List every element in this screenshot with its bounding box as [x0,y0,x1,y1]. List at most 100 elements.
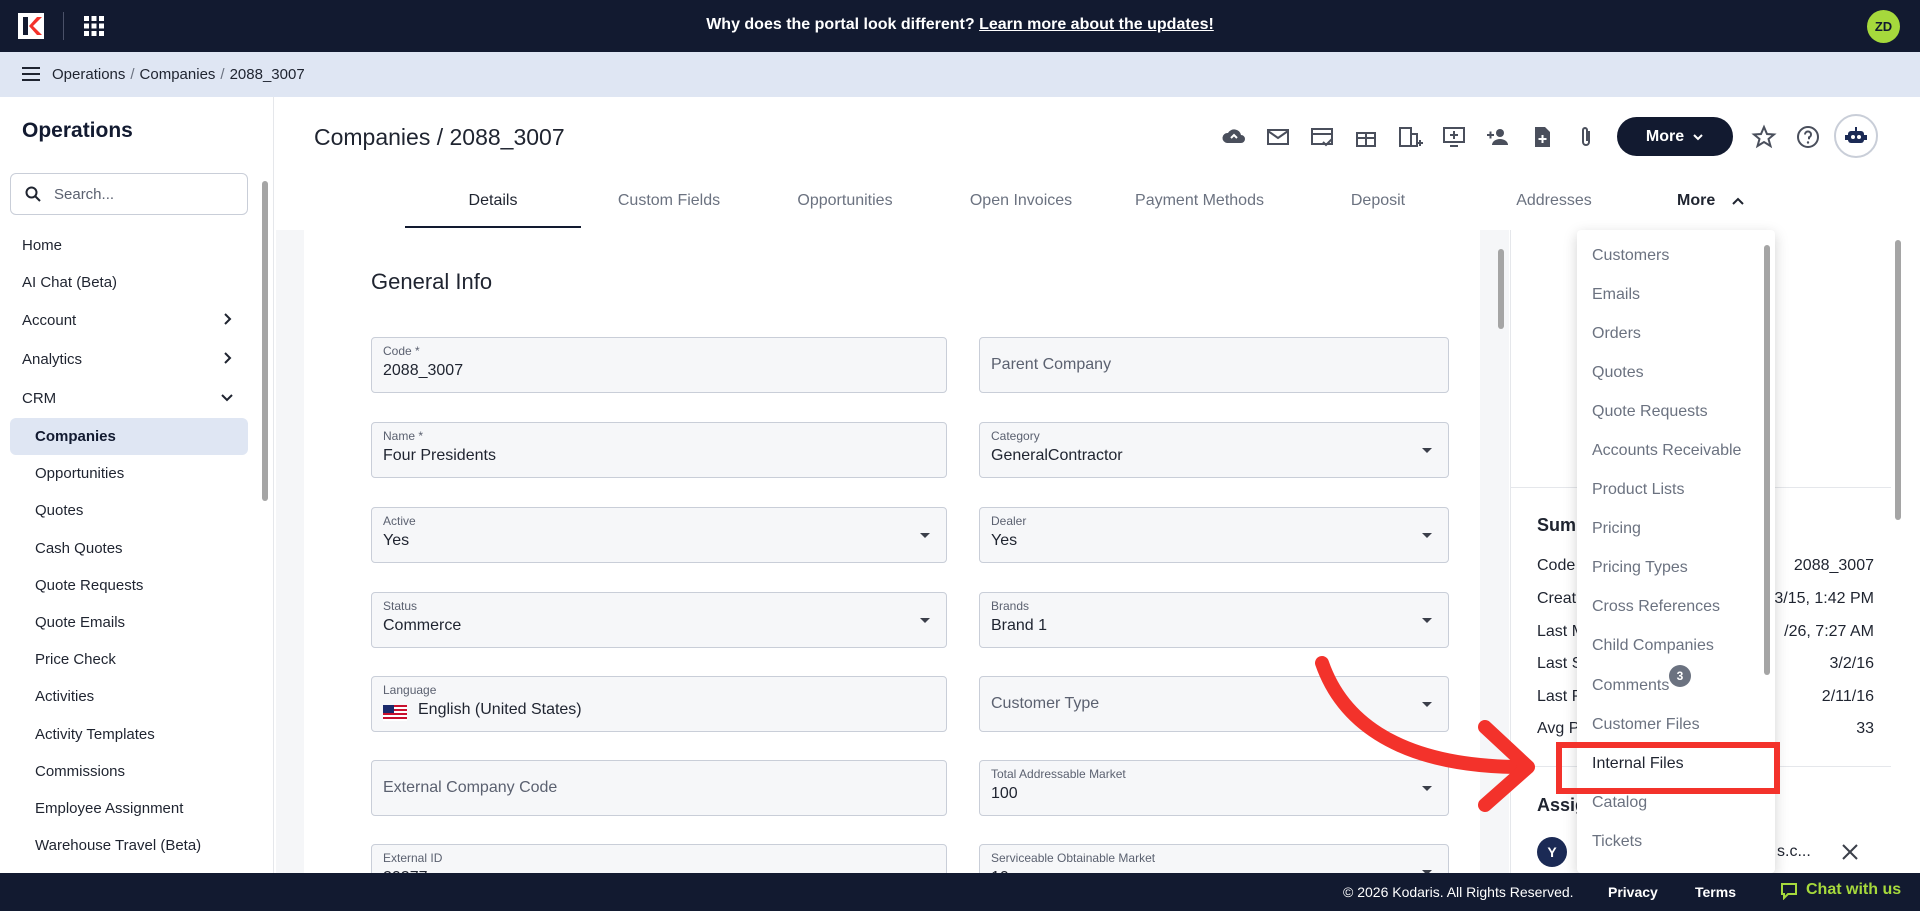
summary-scrollbar[interactable] [1893,236,1903,826]
tab-addresses[interactable]: Addresses [1466,180,1642,228]
more-actions-button[interactable]: More [1617,117,1733,156]
dropdown-scrollbar[interactable] [1762,245,1772,685]
language-select[interactable]: Language English (United States) [371,676,947,732]
menu-item-customer-files[interactable]: Customer Files [1592,716,1700,734]
cloud-upload-icon[interactable] [1221,124,1247,150]
menu-item-tickets[interactable]: Tickets [1592,833,1642,851]
tab-deposit[interactable]: Deposit [1290,180,1466,228]
card-check-icon[interactable] [1309,124,1335,150]
status-select[interactable]: Status Commerce [371,592,947,648]
sidebar-title: Operations [22,119,133,142]
menu-item-catalog[interactable]: Catalog [1592,794,1647,812]
menu-item-comments[interactable]: Comments [1592,677,1669,695]
mail-icon[interactable] [1265,124,1291,150]
dropdown-scrollbar-thumb[interactable] [1764,245,1770,675]
tab-label: Addresses [1516,192,1592,209]
field-value: GeneralContractor [991,447,1123,464]
breadcrumb-operations[interactable]: Operations [52,66,125,83]
sidebar-item-label: Activity Templates [35,725,155,743]
sidebar-item-label: Opportunities [35,465,125,483]
tab-label: Opportunities [797,192,893,209]
tab-label: Custom Fields [617,192,721,209]
ai-assistant-button[interactable] [1834,114,1878,158]
category-select[interactable]: Category GeneralContractor [979,422,1449,478]
privacy-link[interactable]: Privacy [1608,884,1658,900]
field-label: Total Addressable Market [991,767,1126,781]
sidebar-item-quote-requests[interactable]: Quote Requests [10,567,248,604]
dropdown-caret-icon [920,533,930,538]
field-label: Serviceable Obtainable Market [991,851,1156,865]
tab-label: Details [468,192,518,209]
name-field[interactable]: Name * Four Presidents [371,422,947,478]
sidebar-search-input[interactable]: Search... [10,173,248,215]
chevron-down-icon [221,394,233,402]
external-company-code-field[interactable]: External Company Code [371,760,947,816]
code-field[interactable]: Code * 2088_3007 [371,337,947,393]
terms-link[interactable]: Terms [1695,884,1736,900]
sidebar-item-companies[interactable]: Companies [10,418,248,456]
summary-scrollbar-thumb[interactable] [1895,240,1901,520]
brands-select[interactable]: Brands Brand 1 [979,592,1449,648]
menu-item-product-lists[interactable]: Product Lists [1592,481,1684,499]
menu-item-accounts-receivable[interactable]: Accounts Receivable [1592,442,1741,460]
summary-value: /26, 7:27 AM [1784,623,1874,640]
sidebar-scrollbar[interactable] [258,167,270,867]
menu-item-child-companies[interactable]: Child Companies [1592,637,1714,655]
parent-company-field[interactable]: Parent Company [979,337,1449,393]
summary-label: Creat [1537,590,1577,607]
sidebar-item-opportunities[interactable]: Opportunities [10,455,248,492]
breadcrumb-companies[interactable]: Companies [140,66,216,83]
help-icon[interactable] [1795,124,1821,150]
sidebar-item-account[interactable]: Account [10,301,248,340]
menu-item-quote-requests[interactable]: Quote Requests [1592,403,1708,421]
tab-open-invoices[interactable]: Open Invoices [933,180,1109,228]
screen-add-icon[interactable] [1441,124,1467,150]
tab-custom-fields[interactable]: Custom Fields [581,180,757,228]
tab-payment-methods[interactable]: Payment Methods [1109,180,1290,228]
building-add-icon[interactable] [1397,124,1423,150]
summary-value: 2/11/16 [1821,688,1874,705]
close-icon[interactable] [1841,843,1859,861]
form-scrollbar-thumb[interactable] [1498,249,1504,329]
announcement-link[interactable]: Learn more about the updates! [979,16,1214,33]
sidebar-item-commissions[interactable]: Commissions [10,753,248,790]
sidebar-item-quote-emails[interactable]: Quote Emails [10,604,248,641]
top-bar: Why does the portal look different? Lear… [0,0,1920,52]
sidebar-item-activities[interactable]: Activities [10,678,248,715]
menu-item-pricing[interactable]: Pricing [1592,520,1641,538]
menu-item-cross-references[interactable]: Cross References [1592,598,1720,616]
sidebar-item-home[interactable]: Home [10,227,248,264]
sidebar-item-warehouse-travel[interactable]: Warehouse Travel (Beta) [10,827,248,864]
paperclip-icon[interactable] [1573,124,1599,150]
file-add-icon[interactable] [1529,124,1555,150]
sidebar-item-activity-templates[interactable]: Activity Templates [10,716,248,753]
star-icon[interactable] [1751,124,1777,150]
sidebar-item-analytics[interactable]: Analytics [10,340,248,379]
dealer-select[interactable]: Dealer Yes [979,507,1449,563]
menu-item-emails[interactable]: Emails [1592,286,1640,304]
tab-details[interactable]: Details [405,180,581,228]
tab-opportunities[interactable]: Opportunities [757,180,933,228]
sidebar-item-cash-quotes[interactable]: Cash Quotes [10,530,248,567]
sidebar-item-price-check[interactable]: Price Check [10,641,248,678]
menu-item-orders[interactable]: Orders [1592,325,1641,343]
tab-more[interactable]: More [1677,180,1744,222]
sidebar-item-label: Companies [35,428,116,445]
assignee-avatar[interactable]: Y [1537,837,1567,867]
menu-item-pricing-types[interactable]: Pricing Types [1592,559,1688,577]
menu-item-quotes[interactable]: Quotes [1592,364,1644,382]
sidebar-scrollbar-thumb[interactable] [262,181,268,501]
menu-item-customers[interactable]: Customers [1592,247,1669,265]
user-avatar[interactable]: ZD [1867,10,1900,43]
sidebar-item-crm[interactable]: CRM [10,379,248,418]
sidebar-item-ai-chat[interactable]: AI Chat (Beta) [10,264,248,301]
field-value: Four Presidents [383,447,496,464]
hamburger-menu-icon[interactable] [22,67,40,81]
gift-icon[interactable] [1353,124,1379,150]
field-placeholder: Parent Company [991,356,1112,373]
announcement-banner: Why does the portal look different? Lear… [0,16,1920,34]
sidebar-item-employee-assignment[interactable]: Employee Assignment [10,790,248,827]
person-add-icon[interactable] [1485,124,1511,150]
active-select[interactable]: Active Yes [371,507,947,563]
sidebar-item-quotes[interactable]: Quotes [10,492,248,529]
